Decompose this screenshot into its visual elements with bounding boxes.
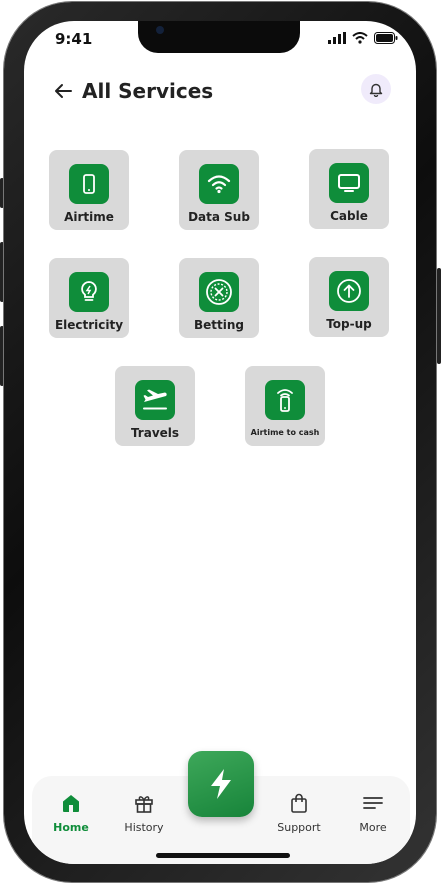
nav-label: Support — [277, 821, 321, 834]
camera — [156, 26, 164, 34]
signal-icon — [328, 32, 346, 44]
lightning-icon — [211, 769, 231, 799]
nav-label: More — [359, 821, 387, 834]
quick-action-button[interactable] — [188, 751, 254, 817]
nav-support[interactable]: Support — [269, 792, 329, 834]
service-airtime-to-cash[interactable]: Airtime to cash — [245, 366, 325, 446]
status-time: 9:41 — [55, 30, 93, 48]
nav-history[interactable]: History — [114, 792, 174, 834]
service-label: Betting — [193, 318, 244, 332]
service-label: Airtime to cash — [250, 428, 320, 437]
menu-icon — [363, 797, 383, 809]
service-travels[interactable]: Travels — [115, 366, 195, 446]
nav-label: Home — [53, 821, 89, 834]
service-label: Data Sub — [188, 210, 250, 224]
power-button — [437, 268, 441, 364]
home-indicator — [156, 853, 290, 858]
service-electricity[interactable]: Electricity — [49, 258, 129, 338]
service-label: Airtime — [64, 210, 114, 224]
phone-screen: 9:41 All Services Airtime Data Sub Cable — [24, 21, 416, 864]
tv-icon — [329, 163, 369, 203]
gift-icon — [135, 796, 153, 813]
page-header: All Services — [54, 79, 213, 103]
service-data-sub[interactable]: Data Sub — [179, 150, 259, 230]
nav-more[interactable]: More — [343, 792, 403, 834]
roulette-icon — [199, 272, 239, 312]
wifi-icon — [199, 164, 239, 204]
page-title: All Services — [82, 79, 214, 103]
notification-button[interactable] — [361, 74, 391, 104]
status-icons — [328, 32, 398, 44]
wifi-status-icon — [352, 32, 368, 44]
plane-icon — [135, 380, 175, 420]
phone-icon — [69, 164, 109, 204]
bulb-icon — [69, 272, 109, 312]
service-cable[interactable]: Cable — [309, 149, 389, 229]
service-label: Travels — [130, 426, 180, 440]
nav-home[interactable]: Home — [41, 792, 101, 834]
arrow-up-circle-icon — [329, 271, 369, 311]
back-arrow-icon[interactable] — [54, 83, 72, 99]
notch — [138, 21, 300, 53]
bag-icon — [291, 793, 307, 813]
service-label: Cable — [330, 209, 368, 223]
service-airtime[interactable]: Airtime — [49, 150, 129, 230]
service-top-up[interactable]: Top-up — [309, 257, 389, 337]
battery-icon — [374, 32, 398, 44]
service-label: Electricity — [54, 318, 124, 332]
phone-signal-icon — [265, 380, 305, 420]
service-betting[interactable]: Betting — [179, 258, 259, 338]
service-label: Top-up — [326, 317, 372, 331]
nav-label: History — [124, 821, 164, 834]
home-icon — [63, 795, 79, 812]
bell-icon — [369, 83, 383, 97]
